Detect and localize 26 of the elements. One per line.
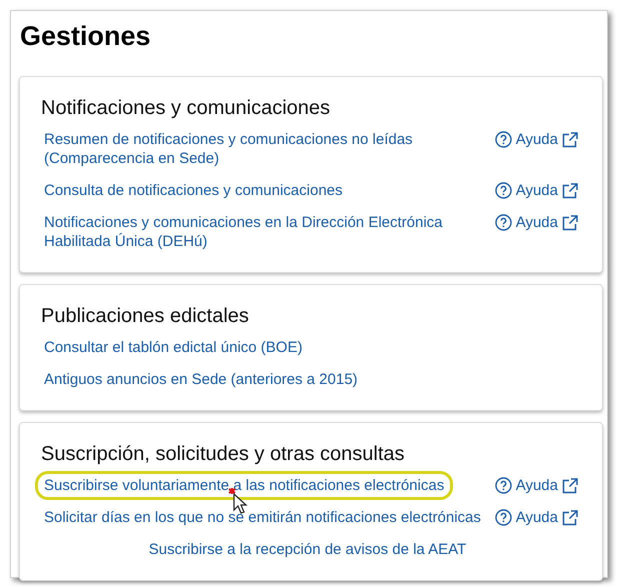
help-link[interactable]: Ayuda: [494, 503, 578, 527]
help-link[interactable]: Ayuda: [494, 125, 578, 149]
question-icon: [494, 214, 512, 231]
link[interactable]: Consultar el tablón edictal único (BOE): [35, 333, 312, 362]
external-link-icon: [562, 182, 578, 198]
section-heading: Publicaciones edictales: [41, 304, 250, 329]
question-icon: [494, 182, 512, 199]
page-title: Gestiones: [20, 21, 152, 51]
external-link-icon: [562, 214, 578, 230]
help-link[interactable]: Ayuda: [494, 471, 578, 495]
external-link-icon: [562, 132, 578, 148]
link[interactable]: Notificaciones y comunicaciones en la Dirección Electrónica Habilitada Única (DEHú): [35, 208, 493, 256]
question-icon: [494, 131, 512, 148]
external-link-icon: [562, 478, 578, 494]
link[interactable]: Antiguos anuncios en Sede (anteriores a 2015): [35, 365, 367, 394]
question-icon: [494, 477, 512, 494]
section-heading: Suscripción, solicitudes y otras consultas: [41, 442, 406, 467]
link[interactable]: Suscribirse a la recepción de avisos de la AEAT: [140, 535, 476, 564]
external-link-icon: [562, 510, 578, 526]
link[interactable]: Solicitar días en los que no se emitirán notificaciones electrónicas: [35, 503, 490, 532]
help-link[interactable]: Ayuda: [494, 208, 578, 232]
help-link[interactable]: Ayuda: [494, 176, 578, 200]
section-heading: Notificaciones y comunicaciones: [41, 96, 332, 121]
link[interactable]: Consulta de notificaciones y comunicaciones: [35, 176, 352, 205]
link[interactable]: Resumen de notificaciones y comunicaciones no leídas (Comparecencia en Sede): [35, 125, 493, 173]
question-icon: [494, 509, 512, 526]
